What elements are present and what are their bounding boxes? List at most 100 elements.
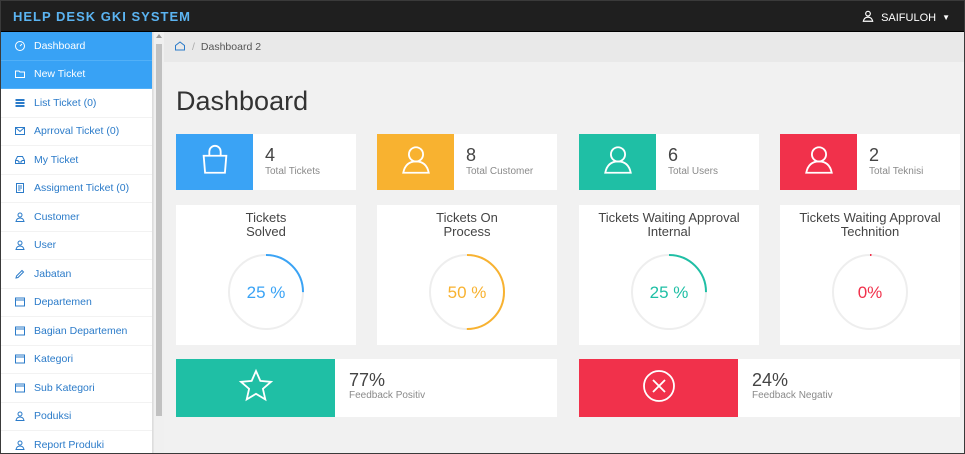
breadcrumb: / Dashboard 2 [164, 32, 964, 62]
gauge-title: Tickets On Process [436, 210, 498, 239]
user-menu-dropdown[interactable]: SAIFULOH ▼ [861, 9, 950, 26]
envelope-icon [13, 125, 26, 138]
sidebar-item-label: Jabatan [34, 267, 72, 280]
stat-card-total-users[interactable]: 6 Total Users [579, 134, 759, 190]
sidebar-item-label: Report Produki [34, 438, 105, 451]
sidebar-item-label: Customer [34, 210, 80, 223]
window-icon [13, 296, 26, 309]
brand-logo-text[interactable]: HELP DESK GKI SYSTEM [13, 9, 191, 24]
sidebar-item-label: My Ticket [34, 153, 79, 166]
sidebar-item-label: Departemen [34, 296, 92, 309]
stat-card-total-tickets[interactable]: 4 Total Tickets [176, 134, 356, 190]
user-icon [861, 9, 875, 26]
main-content: / Dashboard 2 Dashboard 4 Total Tickets … [164, 32, 964, 453]
caret-down-icon: ▼ [942, 13, 950, 22]
folder-icon [13, 68, 26, 81]
sidebar-item-approval-ticket[interactable]: Aprroval Ticket (0) [1, 118, 152, 146]
gauge-value: 50 % [447, 283, 487, 302]
gauge-card-tickets-solved: Tickets Solved 25 % [176, 205, 356, 345]
gauge-card-tickets-on-process: Tickets On Process 50 % [377, 205, 557, 345]
sidebar: Dashboard New Ticket List Ticket (0) Apr… [1, 32, 153, 453]
stat-label: Total Users [668, 166, 719, 177]
breadcrumb-separator: / [192, 41, 195, 53]
user-icon [399, 143, 433, 182]
star-icon [238, 368, 274, 409]
sidebar-item-my-ticket[interactable]: My Ticket [1, 146, 152, 175]
stat-card-total-teknisi[interactable]: 2 Total Teknisi [780, 134, 960, 190]
app-window: HELP DESK GKI SYSTEM SAIFULOH ▼ Dashboar… [0, 0, 965, 454]
sidebar-item-bagian-departemen[interactable]: Bagian Departemen [1, 317, 152, 346]
sidebar-item-label: New Ticket [34, 68, 86, 81]
sidebar-item-label: Sub Kategori [34, 381, 95, 394]
sidebar-item-sub-kategori[interactable]: Sub Kategori [1, 374, 152, 403]
scrollbar-thumb[interactable] [156, 44, 162, 416]
gauge-icon [13, 39, 26, 52]
gauge-value: 25 % [649, 283, 689, 302]
stat-icon-box [176, 134, 253, 190]
gauge-title: Tickets Waiting Approval Internal [598, 210, 740, 239]
feedback-value: 24% [752, 370, 789, 390]
user-icon [13, 210, 26, 223]
sidebar-item-label: Poduksi [34, 410, 72, 423]
user-name: SAIFULOH [881, 11, 937, 24]
stat-icon-box [579, 134, 656, 190]
list-icon [13, 96, 26, 109]
sidebar-item-dashboard[interactable]: Dashboard [1, 32, 152, 61]
user-icon [13, 410, 26, 423]
stat-icon-box [780, 134, 857, 190]
gauge-value: 25 % [246, 283, 286, 302]
feedback-card-positive[interactable]: 77% Feedback Positiv [176, 359, 557, 417]
sidebar-item-label: Aprroval Ticket (0) [34, 125, 120, 138]
scroll-up-arrow-icon[interactable] [156, 34, 162, 38]
gauge-title: Tickets Waiting Approval Technition [799, 210, 941, 239]
sidebar-item-report-produki[interactable]: Report Produki [1, 431, 152, 453]
breadcrumb-current: Dashboard 2 [200, 41, 262, 53]
sidebar-item-assignment-ticket[interactable]: Assigment Ticket (0) [1, 175, 152, 203]
sidebar-item-label: Dashboard [34, 39, 86, 52]
feedback-card-negative[interactable]: 24% Feedback Negativ [579, 359, 960, 417]
feedback-value: 77% [349, 370, 386, 390]
sidebar-item-departemen[interactable]: Departemen [1, 289, 152, 317]
page-title: Dashboard [176, 86, 309, 116]
sidebar-item-label: Bagian Departemen [34, 324, 128, 337]
close-circle-icon [641, 368, 677, 409]
sidebar-item-new-ticket[interactable]: New Ticket [1, 60, 152, 89]
sidebar-scrollbar[interactable] [153, 32, 164, 453]
stat-value: 6 [668, 145, 679, 165]
stat-value: 8 [466, 145, 477, 165]
feedback-icon-box [176, 359, 335, 417]
sidebar-item-user[interactable]: User [1, 232, 152, 260]
sidebar-item-kategori[interactable]: Kategori [1, 346, 152, 374]
gauge-card-waiting-approval-technition: Tickets Waiting Approval Technition 0% [780, 205, 960, 345]
feedback-label: Feedback Negativ [752, 390, 833, 401]
pencil-icon [13, 267, 26, 280]
inbox-icon [13, 153, 26, 166]
shopping-bag-icon [198, 143, 232, 182]
gauge-value: 0% [857, 283, 883, 302]
top-navbar: HELP DESK GKI SYSTEM SAIFULOH ▼ [1, 1, 964, 32]
feedback-icon-box [579, 359, 738, 417]
stat-card-total-customer[interactable]: 8 Total Customer [377, 134, 557, 190]
document-icon [13, 182, 26, 195]
user-icon [13, 239, 26, 252]
home-icon[interactable] [174, 40, 186, 55]
sidebar-item-list-ticket[interactable]: List Ticket (0) [1, 89, 152, 118]
sidebar-item-label: User [34, 239, 57, 252]
user-icon [802, 143, 836, 182]
gauge-card-waiting-approval-internal: Tickets Waiting Approval Internal 25 % [579, 205, 759, 345]
stat-label: Total Customer [466, 166, 534, 177]
sidebar-item-label: Assigment Ticket (0) [34, 182, 130, 195]
stat-label: Total Tickets [265, 166, 321, 177]
user-icon [13, 438, 26, 451]
stat-label: Total Teknisi [869, 166, 924, 177]
sidebar-item-customer[interactable]: Customer [1, 203, 152, 232]
sidebar-item-jabatan[interactable]: Jabatan [1, 260, 152, 289]
window-icon [13, 381, 26, 394]
window-icon [13, 353, 26, 366]
sidebar-item-label: List Ticket (0) [34, 96, 97, 109]
window-icon [13, 324, 26, 337]
sidebar-item-poduksi[interactable]: Poduksi [1, 403, 152, 431]
stat-icon-box [377, 134, 454, 190]
user-icon [601, 143, 635, 182]
stat-value: 4 [265, 145, 276, 165]
